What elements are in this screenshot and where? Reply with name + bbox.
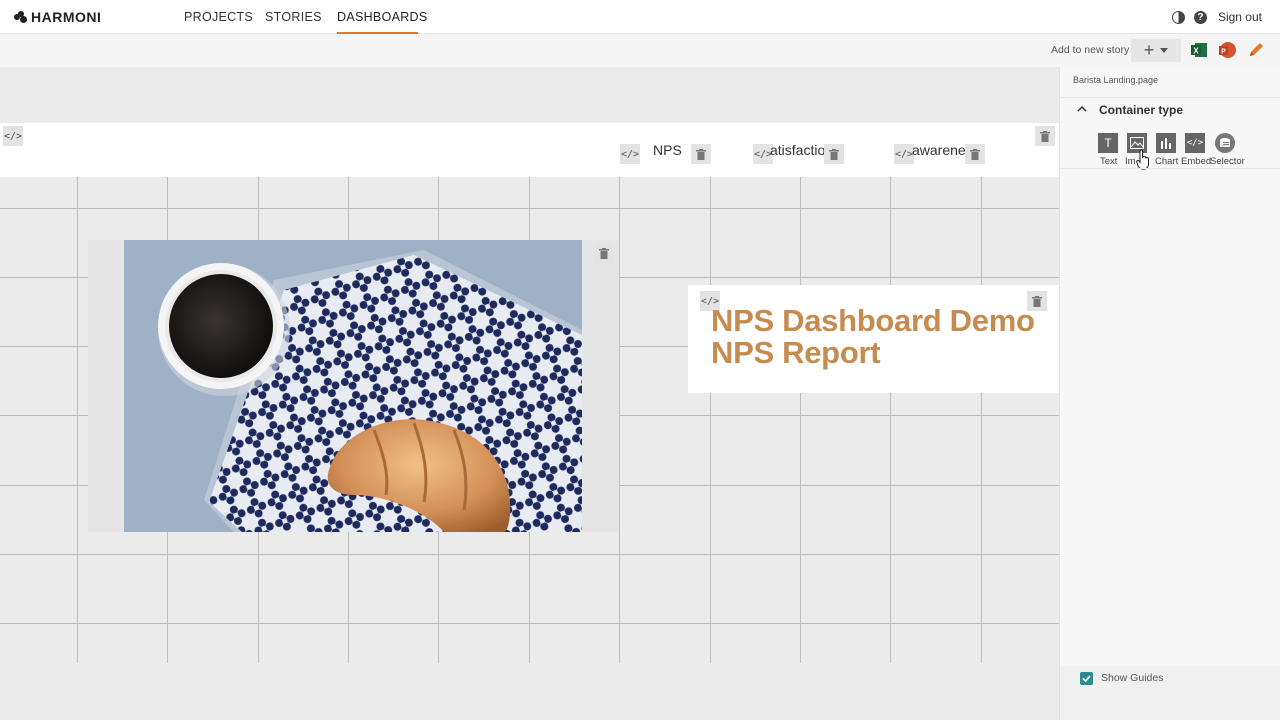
- embed-icon[interactable]: </>: [1185, 133, 1205, 153]
- dashboard-title[interactable]: NPS Dashboard Demo: [711, 303, 1035, 339]
- page-file-name: Barista Landing.page: [1073, 75, 1159, 85]
- top-navigation: HARMONI PROJECTS STORIES DASHBOARDS ? Si…: [0, 0, 1280, 34]
- text-container[interactable]: </> NPS Dashboard Demo NPS Report: [688, 285, 1059, 393]
- chart-icon[interactable]: [1156, 133, 1176, 153]
- container-type-label-chart: Chart: [1155, 156, 1179, 167]
- divider: [1060, 168, 1280, 169]
- harmoni-logo[interactable]: HARMONI: [14, 9, 101, 25]
- dashboard-subtitle[interactable]: NPS Report: [711, 335, 881, 371]
- container-type-heading[interactable]: Container type: [1099, 103, 1183, 117]
- chevron-down-icon: [1160, 48, 1169, 53]
- powerpoint-icon[interactable]: P: [1218, 41, 1236, 59]
- divider: [1060, 97, 1280, 98]
- dashboard-canvas[interactable]: </> </> NPS </> atisfactio </> awarenes: [0, 67, 1059, 720]
- image-trash-icon[interactable]: [594, 243, 614, 263]
- properties-panel: Barista Landing.page Container type T </…: [1059, 67, 1280, 720]
- panel-footer: [1060, 666, 1280, 720]
- text-icon[interactable]: T: [1098, 133, 1118, 153]
- tab-nps-trash-icon[interactable]: [691, 144, 711, 164]
- chevron-up-icon[interactable]: [1077, 103, 1087, 115]
- tab-projects[interactable]: PROJECTS: [184, 0, 253, 34]
- container-type-label-embed: Embed: [1181, 156, 1212, 167]
- coffee-croissant-photo: [124, 240, 582, 532]
- selector-icon[interactable]: [1215, 133, 1235, 153]
- tab-awareness-trash-icon[interactable]: [965, 144, 985, 164]
- story-toolbar: Add to new story + X P: [0, 34, 1280, 67]
- show-guides-checkbox[interactable]: [1080, 672, 1093, 685]
- tab-satisfaction-trash-icon[interactable]: [824, 144, 844, 164]
- header-trash-icon[interactable]: [1035, 126, 1055, 146]
- excel-icon[interactable]: X: [1190, 41, 1208, 59]
- svg-text:P: P: [1221, 49, 1226, 56]
- contrast-icon[interactable]: [1171, 10, 1185, 24]
- plus-icon: +: [1143, 40, 1155, 60]
- header-tab-satisfaction[interactable]: atisfactio: [770, 142, 825, 158]
- show-guides-label[interactable]: Show Guides: [1101, 672, 1163, 684]
- add-to-story-label: Add to new story: [1051, 44, 1130, 56]
- help-icon[interactable]: ?: [1193, 10, 1207, 24]
- container-type-label-image: Im: [1125, 156, 1136, 167]
- header-tab-awareness[interactable]: awarenes: [912, 142, 973, 158]
- container-type-label-text: Text: [1100, 156, 1118, 167]
- signout-link[interactable]: Sign out: [1218, 10, 1262, 24]
- tab-stories[interactable]: STORIES: [265, 0, 322, 34]
- tab-dashboards[interactable]: DASHBOARDS: [337, 0, 427, 34]
- add-to-story-button[interactable]: +: [1131, 39, 1181, 62]
- logo-mark-icon: [14, 11, 28, 23]
- svg-text:X: X: [1193, 47, 1199, 56]
- pencil-icon[interactable]: [1247, 41, 1265, 59]
- container-type-label-selector: Selector: [1210, 156, 1245, 167]
- header-tab-nps[interactable]: NPS: [653, 142, 682, 158]
- embed-code-icon[interactable]: </>: [3, 126, 23, 146]
- tab-nps-embed-icon[interactable]: </>: [620, 144, 640, 164]
- tab-awareness-embed-icon[interactable]: </>: [894, 144, 914, 164]
- app-name: HARMONI: [31, 9, 102, 25]
